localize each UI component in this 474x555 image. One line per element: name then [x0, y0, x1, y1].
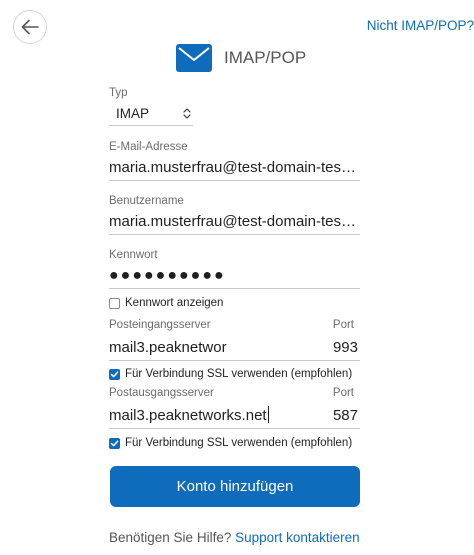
mail-icon [176, 44, 212, 72]
username-field[interactable]: maria.musterfrau@test-domain-tes… [109, 208, 360, 234]
outgoing-server-value: mail3.peaknetworks.net [109, 407, 267, 424]
incoming-server-label: Posteingangsserver [109, 319, 211, 331]
checkmark-icon [110, 370, 119, 377]
password-field-wrapper: ●●●●●●●●●● [109, 262, 360, 289]
outgoing-ssl-toggle[interactable]: Für Verbindung SSL verwenden (empfohlen) [109, 437, 360, 449]
incoming-server-row: mail3.peaknetwor 993 [109, 334, 360, 361]
show-password-checkbox[interactable] [109, 297, 120, 309]
incoming-port-input[interactable]: 993 [333, 334, 360, 360]
incoming-ssl-checkbox[interactable] [109, 368, 120, 380]
incoming-ssl-toggle[interactable]: Für Verbindung SSL verwenden (empfohlen) [109, 368, 360, 380]
outgoing-server-label: Postausgangsserver [109, 387, 214, 399]
incoming-ssl-label: Für Verbindung SSL verwenden (empfohlen) [125, 368, 353, 380]
type-select-wrapper: IMAP [109, 101, 193, 126]
email-field[interactable]: maria.musterfrau@test-domain-tes… [109, 154, 360, 180]
text-cursor [267, 406, 269, 423]
username-label: Benutzername [109, 195, 184, 207]
outgoing-port-input[interactable]: 587 [333, 402, 360, 428]
email-label: E-Mail-Adresse [109, 141, 188, 153]
outgoing-server-input[interactable]: mail3.peaknetworks.net [109, 402, 269, 428]
username-field-wrapper: maria.musterfrau@test-domain-tes… [109, 208, 360, 235]
password-label: Kennwort [109, 249, 158, 261]
imap-pop-form: Typ IMAP E-Mail-Adresse maria.musterfrau… [109, 86, 360, 449]
contact-support-link[interactable]: Support kontaktieren [235, 530, 360, 545]
show-password-toggle[interactable]: Kennwort anzeigen [109, 297, 360, 309]
type-label: Typ [109, 87, 128, 99]
password-field[interactable]: ●●●●●●●●●● [109, 262, 360, 288]
outgoing-port-label: Port [332, 387, 354, 399]
outgoing-ssl-label: Für Verbindung SSL verwenden (empfohlen) [125, 437, 353, 449]
help-text: Benötigen Sie Hilfe? [109, 530, 232, 545]
chevron-up-down-icon [183, 107, 191, 119]
outgoing-server-labels: Postausgangsserver Port [109, 386, 360, 400]
arrow-left-icon [21, 19, 39, 35]
incoming-port-label: Port [332, 319, 354, 331]
help-line: Benötigen Sie Hilfe? Support kontaktiere… [109, 530, 360, 545]
account-setup-page: Nicht IMAP/POP? IMAP/POP Typ IMAP E-Mail… [0, 0, 474, 555]
email-field-wrapper: maria.musterfrau@test-domain-tes… [109, 154, 360, 181]
add-account-button[interactable]: Konto hinzufügen [110, 466, 360, 507]
back-button[interactable] [13, 10, 47, 44]
outgoing-server-row: mail3.peaknetworks.net 587 [109, 402, 360, 429]
show-password-label: Kennwort anzeigen [125, 297, 224, 309]
incoming-server-labels: Posteingangsserver Port [109, 318, 360, 332]
incoming-server-input[interactable]: mail3.peaknetwor [109, 334, 231, 360]
type-select-value: IMAP [116, 105, 150, 121]
not-imap-pop-link[interactable]: Nicht IMAP/POP? [367, 18, 474, 33]
type-select[interactable]: IMAP [109, 101, 193, 125]
page-title: IMAP/POP [224, 48, 307, 67]
outgoing-ssl-checkbox[interactable] [109, 437, 120, 449]
checkmark-icon [110, 439, 119, 446]
page-header: IMAP/POP [176, 44, 306, 72]
